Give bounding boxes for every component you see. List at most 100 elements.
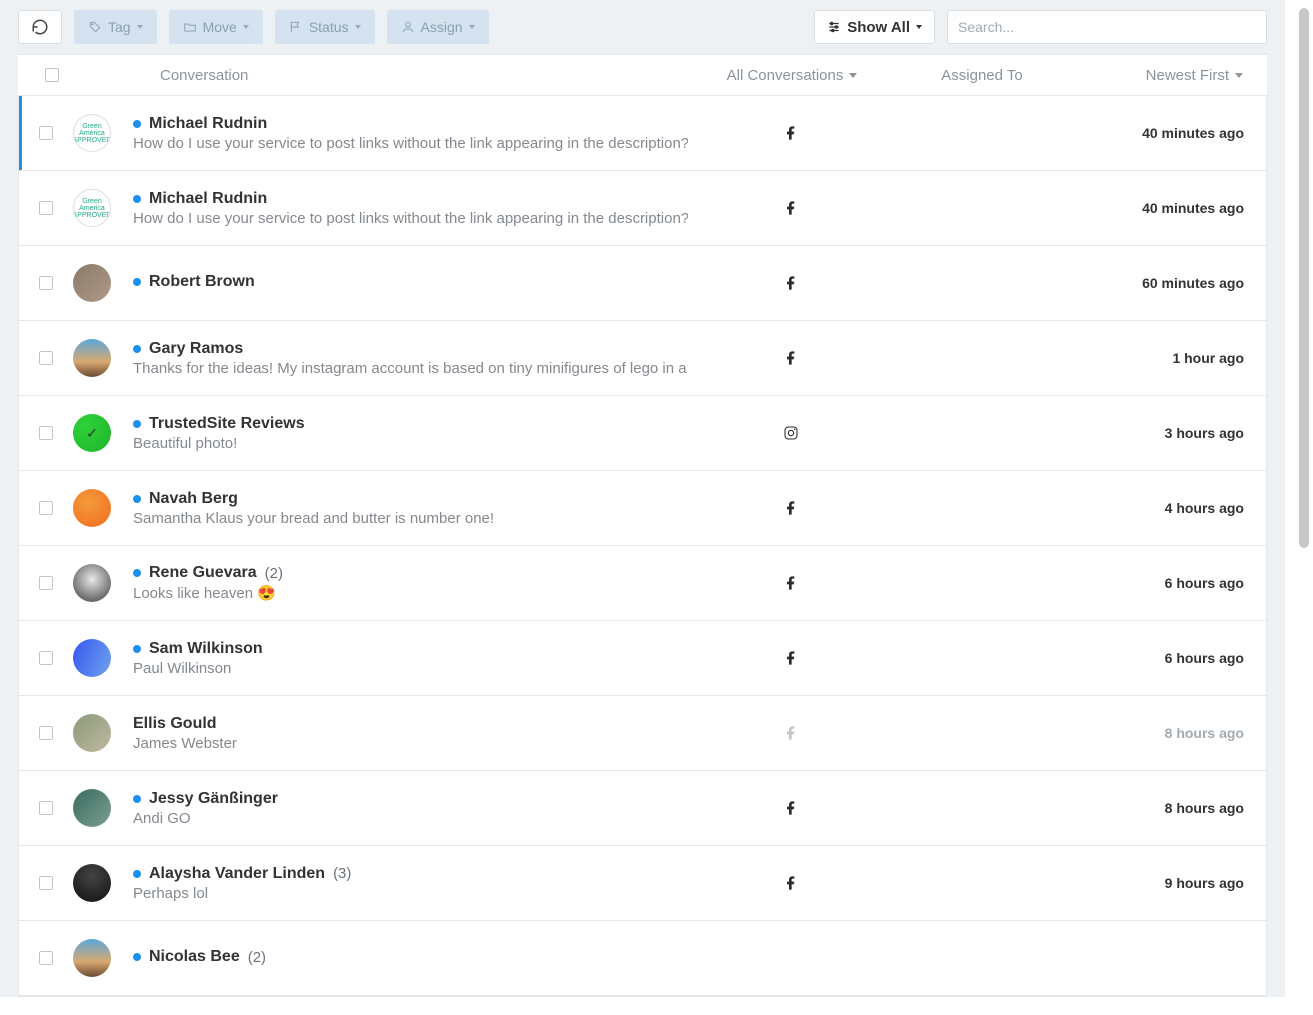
assign-button[interactable]: Assign	[387, 10, 489, 44]
instagram-icon	[783, 425, 799, 441]
timestamp: 1 hour ago	[1172, 350, 1244, 366]
conversation-row[interactable]: Nicolas Bee(2)	[19, 921, 1266, 996]
timestamp: 40 minutes ago	[1142, 125, 1244, 141]
conversation-row[interactable]: Sam Wilkinson Paul Wilkinson 6 hours ago	[19, 621, 1266, 696]
message-preview: Andi GO	[133, 810, 688, 827]
timestamp: 6 hours ago	[1165, 650, 1244, 666]
show-all-button[interactable]: Show All	[814, 10, 935, 44]
facebook-icon	[783, 650, 799, 666]
list-header: Conversation All Conversations Assigned …	[18, 54, 1267, 96]
timestamp: 8 hours ago	[1165, 725, 1244, 741]
channel	[696, 575, 886, 591]
avatar	[73, 639, 111, 677]
conversation-row[interactable]: Robert Brown 60 minutes ago	[19, 246, 1266, 321]
conversation-row[interactable]: Navah BergSamantha Klaus your bread and …	[19, 471, 1266, 546]
avatar: Green America APPROVED	[73, 114, 111, 152]
row-checkbox[interactable]	[39, 801, 53, 815]
channel	[696, 650, 886, 666]
select-all-checkbox[interactable]	[45, 68, 59, 82]
channel	[696, 200, 886, 216]
conversation-list: Green America APPROVEDMichael RudninHow …	[18, 96, 1267, 997]
folder-icon	[183, 20, 197, 34]
unread-dot	[133, 345, 141, 353]
sender-name: Robert Brown	[149, 273, 255, 291]
row-checkbox[interactable]	[39, 651, 53, 665]
move-button[interactable]: Move	[169, 10, 263, 44]
tag-label: Tag	[108, 19, 131, 35]
row-checkbox[interactable]	[39, 276, 53, 290]
avatar	[73, 264, 111, 302]
row-checkbox[interactable]	[39, 726, 53, 740]
chevron-down-icon	[355, 25, 361, 29]
sender-name: Gary Ramos	[149, 340, 243, 358]
conversation-row[interactable]: Green America APPROVEDMichael RudninHow …	[19, 171, 1266, 246]
facebook-icon	[783, 575, 799, 591]
facebook-icon	[783, 350, 799, 366]
timestamp: 3 hours ago	[1165, 425, 1244, 441]
row-checkbox[interactable]	[39, 126, 53, 140]
sender-name: Michael Rudnin	[149, 190, 267, 208]
unread-dot	[133, 953, 141, 961]
unread-dot	[133, 120, 141, 128]
channel	[696, 425, 886, 441]
channel	[696, 275, 886, 291]
conversation-row[interactable]: ✓TrustedSite ReviewsBeautiful photo!3 ho…	[19, 396, 1266, 471]
avatar	[73, 339, 111, 377]
assign-label: Assign	[421, 19, 463, 35]
avatar	[73, 939, 111, 977]
header-assigned-to: Assigned To	[887, 67, 1077, 84]
sender-name: Rene Guevara	[149, 564, 257, 582]
timestamp: 9 hours ago	[1165, 875, 1244, 891]
conversation-row[interactable]: Ellis GouldJames Webster8 hours ago	[19, 696, 1266, 771]
facebook-icon	[783, 875, 799, 891]
sort-dropdown[interactable]: Newest First	[1077, 67, 1267, 84]
user-icon	[401, 20, 415, 34]
search-input[interactable]	[947, 10, 1267, 44]
avatar	[73, 714, 111, 752]
channel	[696, 875, 886, 891]
channel	[696, 350, 886, 366]
refresh-icon	[31, 18, 49, 36]
message-preview: James Webster	[133, 735, 688, 752]
conversation-row[interactable]: Jessy GänßingerAndi GO8 hours ago	[19, 771, 1266, 846]
row-checkbox[interactable]	[39, 201, 53, 215]
unread-dot	[133, 420, 141, 428]
avatar-text: Green America APPROVED	[73, 123, 111, 144]
sender-name: Navah Berg	[149, 490, 238, 508]
avatar: Green America APPROVED	[73, 189, 111, 227]
header-conversation: Conversation	[146, 67, 697, 84]
sender-name: Michael Rudnin	[149, 115, 267, 133]
channel	[696, 725, 886, 741]
row-checkbox[interactable]	[39, 426, 53, 440]
tag-button[interactable]: Tag	[74, 10, 157, 44]
conversation-row[interactable]: Rene Guevara(2)Looks like heaven 😍6 hour…	[19, 546, 1266, 621]
message-preview: Paul Wilkinson	[133, 660, 688, 677]
chevron-down-icon	[137, 25, 143, 29]
facebook-icon	[783, 125, 799, 141]
avatar	[73, 864, 111, 902]
sender-name: Nicolas Bee	[149, 948, 240, 966]
row-checkbox[interactable]	[39, 351, 53, 365]
message-preview: Beautiful photo!	[133, 435, 688, 452]
row-checkbox[interactable]	[39, 576, 53, 590]
facebook-icon	[783, 275, 799, 291]
row-checkbox[interactable]	[39, 501, 53, 515]
message-count: (3)	[333, 865, 351, 882]
message-preview: Thanks for the ideas! My instagram accou…	[133, 360, 688, 377]
unread-dot	[133, 495, 141, 503]
row-checkbox[interactable]	[39, 951, 53, 965]
status-button[interactable]: Status	[275, 10, 375, 44]
message-count: (2)	[265, 565, 283, 582]
refresh-button[interactable]	[18, 10, 62, 44]
conversation-row[interactable]: Gary Ramos Thanks for the ideas! My insta…	[19, 321, 1266, 396]
sender-name: Sam Wilkinson	[149, 640, 263, 658]
conversation-row[interactable]: Alaysha Vander Linden(3)Perhaps lol9 hou…	[19, 846, 1266, 921]
sort-label: Newest First	[1146, 67, 1229, 84]
scrollbar[interactable]	[1299, 8, 1309, 548]
toolbar: Tag Move Status Assign Show All	[0, 0, 1285, 54]
filter-dropdown[interactable]: All Conversations	[697, 67, 887, 84]
conversation-row[interactable]: Green America APPROVEDMichael RudninHow …	[19, 96, 1266, 171]
avatar-text: Green America APPROVED	[73, 198, 111, 219]
row-checkbox[interactable]	[39, 876, 53, 890]
timestamp: 60 minutes ago	[1142, 275, 1244, 291]
